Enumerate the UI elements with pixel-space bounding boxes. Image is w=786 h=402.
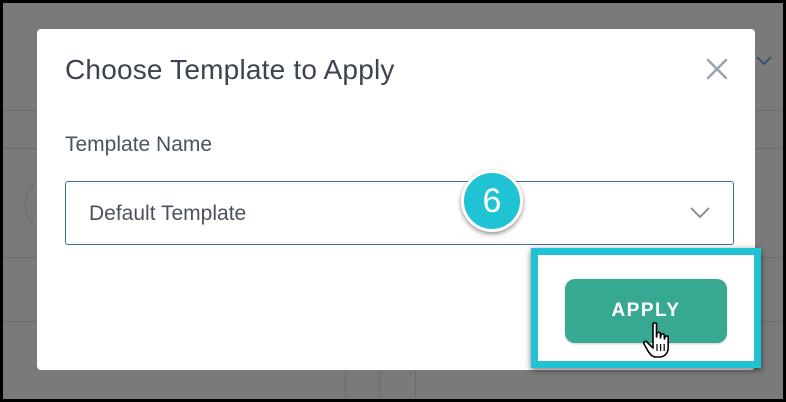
modal-title: Choose Template to Apply <box>65 54 395 85</box>
chevron-down-icon <box>690 207 710 219</box>
close-button[interactable] <box>703 55 731 83</box>
close-icon <box>706 58 728 80</box>
template-select[interactable]: Default Template <box>65 181 734 245</box>
step-number-badge: 6 <box>461 170 523 232</box>
template-name-label: Template Name <box>65 133 213 156</box>
template-select-value: Default Template <box>89 202 247 225</box>
chevron-down-icon <box>756 56 772 66</box>
hand-pointer-icon <box>642 322 669 358</box>
